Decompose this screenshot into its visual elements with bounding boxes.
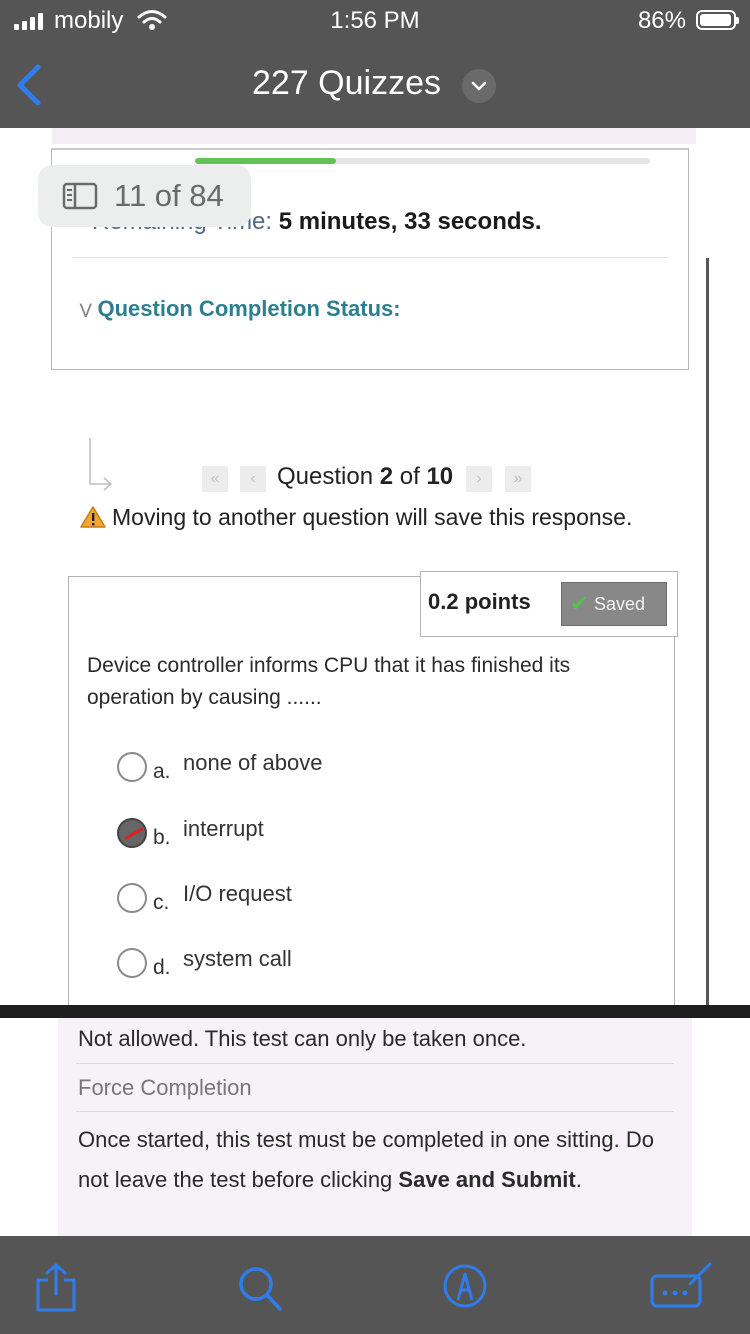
chevron-down-icon bbox=[471, 81, 487, 91]
current-question: 2 bbox=[379, 463, 394, 490]
answer-option-c[interactable]: c. I/O request bbox=[117, 877, 417, 917]
double-chevron-down-icon: ⋁ bbox=[80, 301, 92, 317]
total-questions: 10 bbox=[426, 463, 454, 490]
force-completion-text: Once started, this test must be complete… bbox=[78, 1120, 678, 1200]
test-content: Remaining Time: 5 minutes, 33 seconds. ⋁… bbox=[0, 128, 750, 1005]
radio-button-a[interactable] bbox=[117, 752, 147, 782]
status-bar: mobily 1:56 PM 86% bbox=[0, 0, 750, 42]
radio-button-d[interactable] bbox=[117, 948, 147, 978]
option-letter: c. bbox=[153, 891, 170, 914]
battery-percentage: 86% bbox=[637, 7, 686, 34]
option-text: system call bbox=[183, 946, 292, 971]
remaining-time-unit: seconds. bbox=[437, 208, 542, 235]
search-icon[interactable] bbox=[236, 1262, 284, 1312]
page-indicator-text: 11 of 84 bbox=[114, 178, 224, 213]
page-band bbox=[52, 128, 696, 144]
warning-icon bbox=[80, 506, 106, 528]
test-progress-bar bbox=[195, 158, 650, 164]
completion-label: Question Completion Status: bbox=[97, 296, 401, 321]
share-icon[interactable] bbox=[34, 1262, 78, 1314]
test-instructions: Not allowed. This test can only be taken… bbox=[0, 1018, 750, 1236]
remaining-time-value: 5 minutes, 33 bbox=[278, 208, 431, 235]
comment-icon[interactable] bbox=[648, 1262, 714, 1310]
divider bbox=[76, 1063, 674, 1064]
question-panel bbox=[68, 576, 675, 1005]
saved-badge: ✔ Saved bbox=[561, 582, 667, 626]
next-question-button[interactable]: › bbox=[466, 466, 492, 492]
radio-button-b[interactable] bbox=[117, 818, 147, 848]
question-prefix: Question bbox=[277, 463, 374, 490]
answer-option-b[interactable]: b. interrupt bbox=[117, 812, 417, 852]
book-icon bbox=[62, 182, 98, 210]
option-letter: b. bbox=[153, 826, 171, 849]
option-text: I/O request bbox=[183, 881, 292, 906]
question-counter: Question 2 of 10 bbox=[277, 463, 453, 491]
answer-option-a[interactable]: a. none of above bbox=[117, 746, 417, 786]
force-completion-heading: Force Completion bbox=[78, 1075, 252, 1100]
question-navigation: « ‹ Question 2 of 10 › » bbox=[0, 463, 750, 497]
option-text: none of above bbox=[183, 750, 323, 775]
back-chevron-icon[interactable] bbox=[14, 64, 44, 106]
markup-icon[interactable] bbox=[442, 1262, 488, 1310]
saved-label: Saved bbox=[594, 594, 646, 614]
battery-icon bbox=[696, 10, 739, 30]
question-completion-toggle[interactable]: ⋁ Question Completion Status: bbox=[80, 296, 401, 322]
progress-fill bbox=[195, 158, 337, 164]
save-submit-emphasis: Save and Submit bbox=[398, 1167, 576, 1192]
option-letter: a. bbox=[153, 760, 171, 783]
warning-text: Moving to another question will save thi… bbox=[112, 504, 633, 530]
option-letter: d. bbox=[153, 956, 171, 979]
question-text: Device controller informs CPU that it ha… bbox=[87, 654, 571, 709]
multiple-attempts-text: Not allowed. This test can only be taken… bbox=[78, 1026, 527, 1051]
divider bbox=[72, 257, 669, 258]
question-of: of bbox=[399, 463, 420, 490]
option-text: interrupt bbox=[183, 816, 264, 841]
nav-title[interactable]: 227 Quizzes bbox=[252, 64, 441, 103]
points-panel: 0.2 points ✔ Saved bbox=[420, 571, 678, 637]
page-indicator[interactable]: 11 of 84 bbox=[38, 165, 251, 227]
divider bbox=[76, 1111, 674, 1112]
previous-question-button[interactable]: ‹ bbox=[240, 466, 266, 492]
save-warning: Moving to another question will save thi… bbox=[80, 504, 632, 531]
force-completion-suffix: . bbox=[575, 1167, 582, 1192]
answer-option-d[interactable]: d. system call bbox=[117, 942, 417, 982]
scrollbar[interactable] bbox=[706, 258, 709, 1005]
radio-button-c[interactable] bbox=[117, 883, 147, 913]
checkmark-icon: ✔ bbox=[570, 591, 589, 616]
title-dropdown-button[interactable] bbox=[462, 69, 496, 103]
last-question-button[interactable]: » bbox=[505, 466, 531, 492]
screenshot-seam bbox=[0, 1005, 750, 1018]
bottom-toolbar bbox=[0, 1236, 750, 1334]
first-question-button[interactable]: « bbox=[202, 466, 228, 492]
navigation-bar: 227 Quizzes bbox=[0, 42, 750, 128]
question-points: 0.2 points bbox=[428, 589, 531, 614]
